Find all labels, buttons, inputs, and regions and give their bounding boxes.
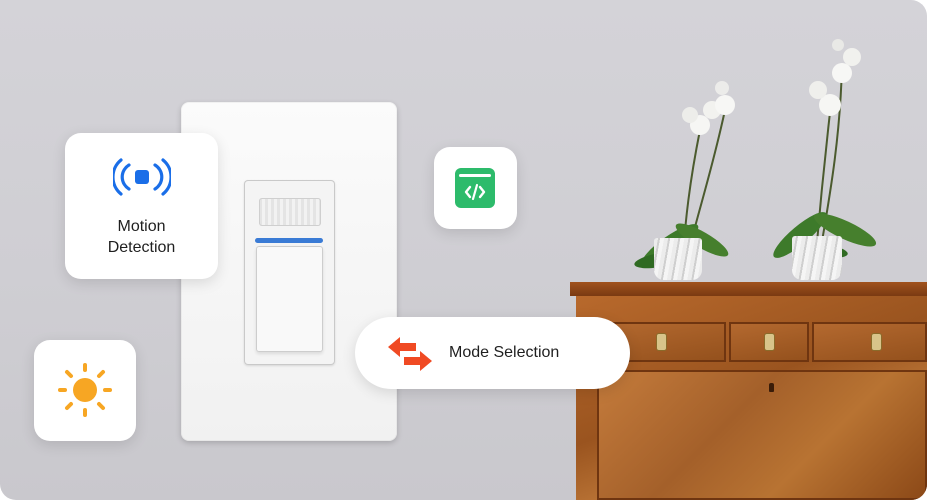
cabinet-top bbox=[570, 282, 927, 296]
smart-switch-scene: Motion Detection Mode Selection bbox=[0, 0, 927, 500]
sun-icon bbox=[58, 363, 112, 417]
mode-selection-card: Mode Selection bbox=[355, 317, 630, 389]
orchid-right-pot bbox=[792, 236, 842, 280]
cabinet-drawer-right bbox=[812, 322, 927, 362]
mode-selection-label: Mode Selection bbox=[449, 344, 560, 361]
drawer-handle bbox=[657, 334, 666, 350]
switch-paddle bbox=[256, 246, 323, 352]
motion-label-line2: Detection bbox=[107, 239, 176, 256]
orchid-left-pot bbox=[654, 238, 702, 280]
drawer-handle bbox=[872, 334, 881, 350]
cabinet-door bbox=[597, 370, 927, 500]
motion-detection-label: Motion Detection bbox=[65, 216, 218, 258]
motion-sensor-icon bbox=[113, 158, 171, 196]
drawer-handle bbox=[765, 334, 774, 350]
status-led-bar bbox=[255, 238, 323, 243]
swap-arrows-icon bbox=[388, 337, 432, 371]
motion-label-line1: Motion bbox=[117, 218, 166, 235]
motion-sensor-lens bbox=[259, 198, 321, 226]
code-window-icon bbox=[455, 168, 495, 208]
light-sensing-card bbox=[34, 340, 136, 441]
keyhole bbox=[769, 383, 774, 392]
motion-detection-card: Motion Detection bbox=[65, 133, 218, 279]
code-card bbox=[434, 147, 517, 229]
